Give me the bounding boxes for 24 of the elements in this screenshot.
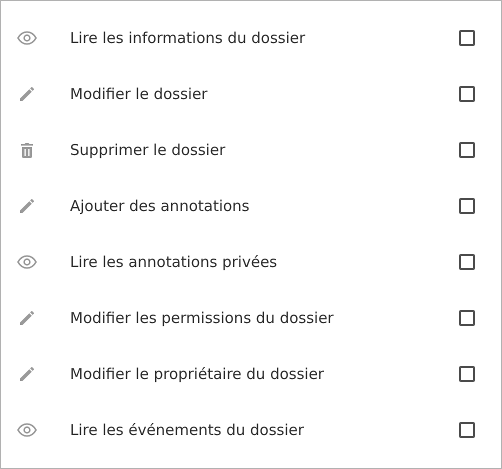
eye-icon	[17, 423, 37, 437]
trash-icon	[20, 142, 34, 158]
checkbox[interactable]	[459, 142, 475, 158]
pencil-icon	[19, 366, 35, 382]
checkbox[interactable]	[459, 86, 475, 102]
permission-label: Modifier les permissions du dossier	[70, 309, 335, 327]
checkbox[interactable]	[459, 254, 475, 270]
checkbox[interactable]	[459, 30, 475, 46]
permission-label: Lire les informations du dossier	[70, 29, 306, 47]
permission-label: Supprimer le dossier	[70, 141, 226, 159]
checkbox[interactable]	[459, 198, 475, 214]
eye-icon	[17, 255, 37, 269]
eye-icon	[17, 31, 37, 45]
permission-label: Lire les annotations privées	[70, 253, 278, 271]
pencil-icon	[19, 198, 35, 214]
pencil-icon	[19, 310, 35, 326]
checkbox[interactable]	[459, 422, 475, 438]
permission-label: Lire les événements du dossier	[70, 421, 305, 439]
permission-label: Modifier le propriétaire du dossier	[70, 365, 325, 383]
pencil-icon	[19, 86, 35, 102]
checkbox[interactable]	[459, 310, 475, 326]
permission-label: Modifier le dossier	[70, 85, 208, 103]
checkbox[interactable]	[459, 366, 475, 382]
permission-label: Ajouter des annotations	[70, 197, 250, 215]
